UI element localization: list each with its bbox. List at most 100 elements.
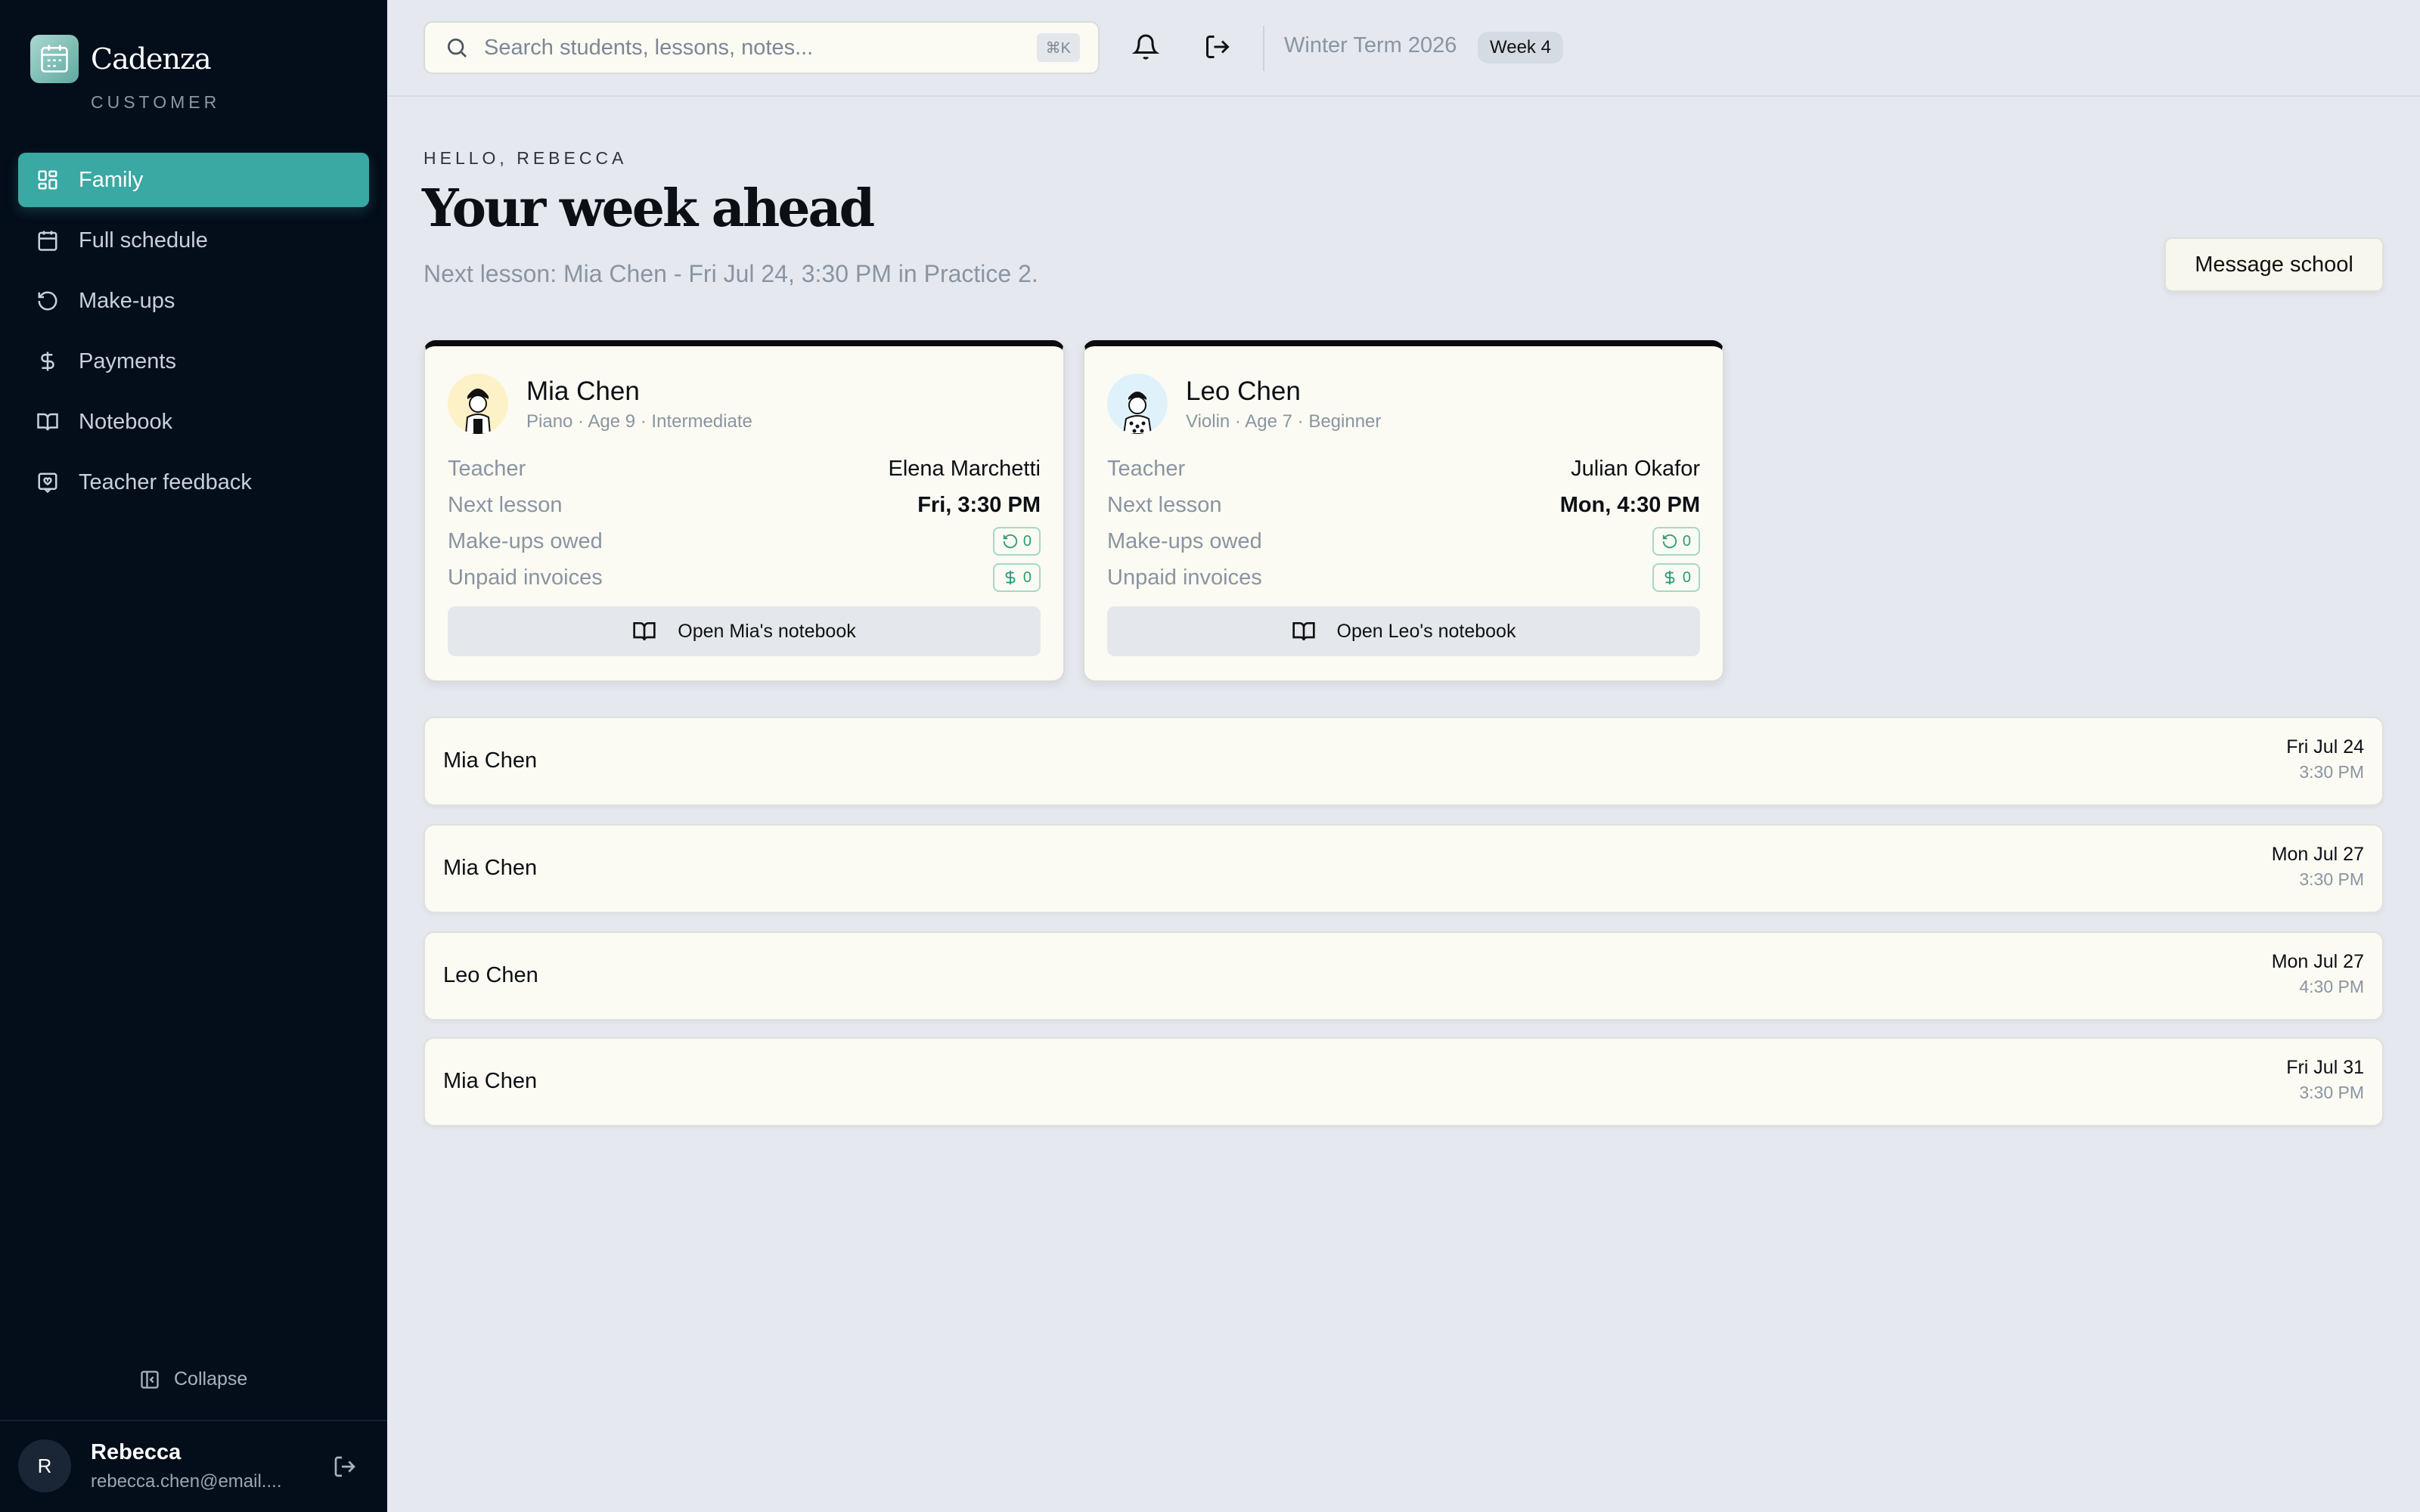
lesson-time: 4:30 PM xyxy=(2299,977,2364,996)
divider xyxy=(1263,26,1264,71)
makeups-row: Make-ups owed 0 xyxy=(1107,526,1700,556)
next-lesson-row: Next lesson Mon, 4:30 PM xyxy=(1107,490,1700,520)
sidebar-item-make-ups[interactable]: Make-ups xyxy=(18,274,369,328)
brand[interactable]: Cadenza xyxy=(30,35,212,83)
lesson-time: 3:30 PM xyxy=(2299,869,2364,889)
dollar-icon xyxy=(1665,570,1675,585)
invoices-count: 0 xyxy=(1682,569,1691,586)
user-name: Rebecca xyxy=(91,1439,182,1464)
sidebar-item-full-schedule[interactable]: Full schedule xyxy=(18,213,369,268)
calendar-icon xyxy=(38,231,57,251)
collapse-button[interactable]: Collapse xyxy=(139,1368,247,1390)
invoices-badge: 0 xyxy=(992,563,1041,592)
grid-icon xyxy=(38,170,57,190)
student-card: Mia Chen Piano · Age 9 · Intermediate Te… xyxy=(424,340,1065,682)
search-input[interactable]: Search students, lessons, notes... ⌘K xyxy=(424,21,1100,74)
open-notebook-button[interactable]: Open Leo's notebook xyxy=(1107,606,1700,656)
user-email: rebecca.chen@email.... xyxy=(91,1470,282,1492)
next-lesson-summary: Next lesson: Mia Chen - Fri Jul 24, 3:30… xyxy=(424,260,1038,287)
sidebar-item-payments[interactable]: Payments xyxy=(18,334,369,389)
makeups-count: 0 xyxy=(1022,532,1032,550)
topbar: Search students, lessons, notes... ⌘K Wi… xyxy=(387,0,2420,97)
term-label: Winter Term 2026 xyxy=(1284,33,1457,57)
list-item[interactable]: Leo Chen Mon Jul 27 4:30 PM xyxy=(424,931,2384,1021)
greeting: HELLO, REBECCA xyxy=(424,148,628,168)
sidebar-item-label: Teacher feedback xyxy=(79,469,252,494)
lesson-time: 3:30 PM xyxy=(2299,1083,2364,1102)
book-open-icon xyxy=(37,413,58,431)
lesson-student: Leo Chen xyxy=(443,963,538,987)
invoices-count: 0 xyxy=(1022,569,1032,586)
invoices-row: Unpaid invoices 0 xyxy=(1107,562,1700,593)
bell-icon[interactable] xyxy=(1132,33,1159,60)
next-lesson-value: Mon, 4:30 PM xyxy=(1559,492,1700,517)
lesson-student: Mia Chen xyxy=(443,1069,538,1093)
next-lesson-row: Next lesson Fri, 3:30 PM xyxy=(448,490,1041,520)
lesson-date: Mon Jul 27 xyxy=(2271,951,2364,972)
makeups-count: 0 xyxy=(1682,532,1691,550)
open-notebook-label: Open Mia's notebook xyxy=(678,620,856,642)
open-notebook-label: Open Leo's notebook xyxy=(1336,620,1516,642)
open-notebook-button[interactable]: Open Mia's notebook xyxy=(448,606,1041,656)
book-open-icon xyxy=(1292,622,1315,641)
teacher-label: Teacher xyxy=(448,456,526,481)
student-meta: Violin · Age 7 · Beginner xyxy=(1186,411,1382,432)
page-title: Your week ahead xyxy=(422,178,875,239)
lesson-student: Mia Chen xyxy=(443,856,538,880)
sidebar-item-teacher-feedback[interactable]: Teacher feedback xyxy=(18,455,369,510)
sidebar-item-label: Payments xyxy=(79,349,176,373)
teacher-name: Elena Marchetti xyxy=(888,456,1041,481)
sidebar-item-label: Family xyxy=(79,167,144,192)
student-avatar-icon xyxy=(448,373,508,434)
message-school-button[interactable]: Message school xyxy=(2164,237,2384,292)
cadenza-logo-icon xyxy=(30,35,79,83)
invoices-label: Unpaid invoices xyxy=(1107,565,1262,590)
lesson-date: Fri Jul 24 xyxy=(2286,736,2364,758)
dollar-icon xyxy=(1005,570,1016,585)
list-item[interactable]: Mia Chen Fri Jul 24 3:30 PM xyxy=(424,717,2384,806)
week-badge: Week 4 xyxy=(1478,32,1563,64)
next-lesson-label: Next lesson xyxy=(1107,492,1222,517)
collapse-label: Collapse xyxy=(174,1368,248,1390)
makeups-label: Make-ups owed xyxy=(1107,528,1262,553)
student-name: Mia Chen xyxy=(526,376,640,406)
lesson-student: Mia Chen xyxy=(443,748,538,773)
lesson-date: Fri Jul 31 xyxy=(2286,1057,2364,1078)
refresh-icon xyxy=(38,291,57,311)
invoices-row: Unpaid invoices 0 xyxy=(448,562,1041,593)
sidebar-item-family[interactable]: Family xyxy=(18,153,369,207)
logout-icon[interactable] xyxy=(333,1455,357,1479)
sidebar-item-label: Make-ups xyxy=(79,288,175,313)
teacher-row: Teacher Elena Marchetti xyxy=(448,454,1041,484)
book-open-icon xyxy=(633,622,656,641)
sidebar: Cadenza CUSTOMER Family Full schedule Ma… xyxy=(0,0,387,1512)
logout-icon[interactable] xyxy=(1204,33,1231,60)
next-lesson-label: Next lesson xyxy=(448,492,563,517)
avatar: R xyxy=(18,1439,71,1492)
dollar-icon xyxy=(41,352,54,371)
makeups-label: Make-ups owed xyxy=(448,528,603,553)
sidebar-item-notebook[interactable]: Notebook xyxy=(18,395,369,449)
student-avatar-icon xyxy=(1107,373,1168,434)
user-profile[interactable]: R Rebecca rebecca.chen@email.... xyxy=(18,1439,295,1492)
list-item[interactable]: Mia Chen Mon Jul 27 3:30 PM xyxy=(424,824,2384,913)
refresh-icon xyxy=(1003,534,1018,549)
search-shortcut: ⌘K xyxy=(1036,33,1080,62)
student-meta: Piano · Age 9 · Intermediate xyxy=(526,411,752,432)
sidebar-nav: Family Full schedule Make-ups Payments N… xyxy=(18,153,369,516)
divider xyxy=(0,1420,387,1421)
student-card: Leo Chen Violin · Age 7 · Beginner Teach… xyxy=(1083,340,1724,682)
next-lesson-value: Fri, 3:30 PM xyxy=(917,492,1041,517)
sidebar-item-label: Notebook xyxy=(79,409,173,434)
makeups-row: Make-ups owed 0 xyxy=(448,526,1041,556)
teacher-row: Teacher Julian Okafor xyxy=(1107,454,1700,484)
list-item[interactable]: Mia Chen Fri Jul 31 3:30 PM xyxy=(424,1037,2384,1126)
message-square-icon xyxy=(38,472,57,494)
makeups-badge: 0 xyxy=(992,527,1041,556)
brand-subtitle: CUSTOMER xyxy=(91,92,221,112)
sidebar-item-label: Full schedule xyxy=(79,228,208,253)
invoices-badge: 0 xyxy=(1652,563,1700,592)
refresh-icon xyxy=(1662,534,1677,549)
student-name: Leo Chen xyxy=(1186,376,1301,406)
makeups-badge: 0 xyxy=(1652,527,1700,556)
